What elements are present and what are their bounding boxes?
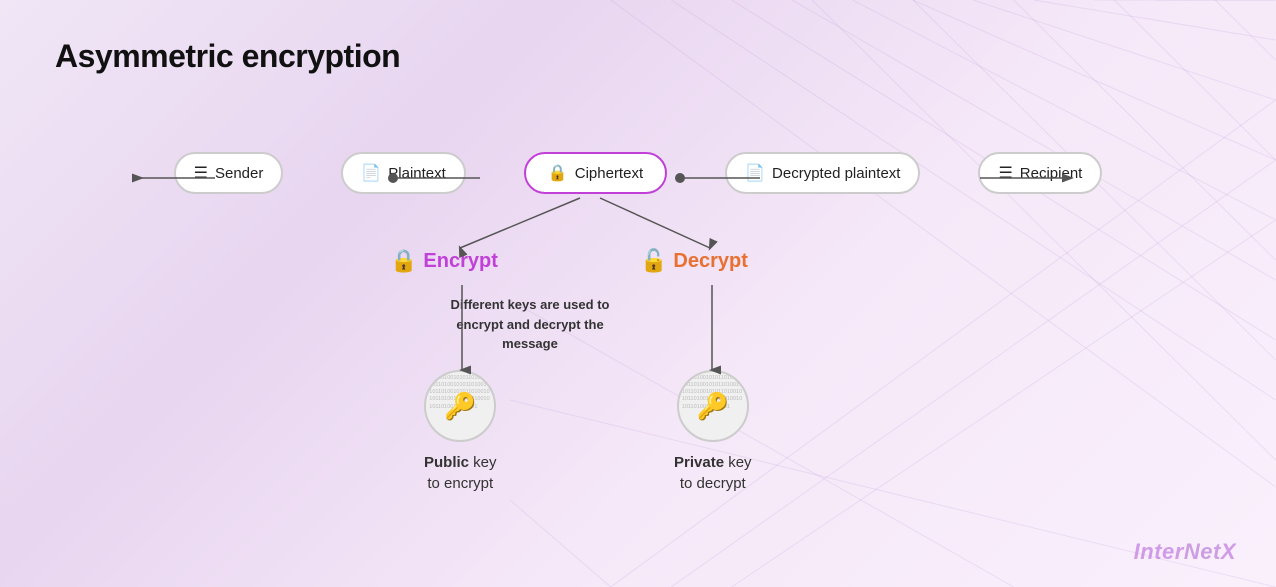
ciphertext-icon: 🔒 xyxy=(548,163,568,183)
main-content: Asymmetric encryption Ciphertext: line w… xyxy=(0,0,1276,587)
decrypt-section: 🔓 Decrypt xyxy=(640,248,748,274)
private-key-circle: 0011010010101101001010110100101011010010… xyxy=(677,370,749,442)
ciphertext-label: Ciphertext xyxy=(575,165,643,182)
private-key-section: 0011010010101101001010110100101011010010… xyxy=(674,370,752,494)
plaintext-node: 📄 Plaintext xyxy=(341,152,465,194)
flow-row: ☰ Sender 📄 Plaintext 🔒 Ciphertext 📄 Decr… xyxy=(0,152,1276,194)
public-key-icon: 🔑 xyxy=(444,391,476,422)
recipient-label: Recipient xyxy=(1020,165,1083,182)
sender-icon: ☰ xyxy=(194,163,208,183)
public-key-section: 0011010010101101001010110100101011010010… xyxy=(424,370,497,494)
connector-lines: Ciphertext: line with + symbol --> Decry… xyxy=(0,0,1276,587)
page-title: Asymmetric encryption xyxy=(55,38,400,75)
decrypt-label: Decrypt xyxy=(673,250,747,273)
encrypt-label: Encrypt xyxy=(423,250,497,273)
public-key-label: Public keyto encrypt xyxy=(424,452,497,494)
recipient-icon: ☰ xyxy=(998,163,1012,183)
sender-label: Sender xyxy=(215,165,263,182)
decrypted-label: Decrypted plaintext xyxy=(772,165,900,182)
public-key-circle: 0011010010101101001010110100101011010010… xyxy=(424,370,496,442)
decrypted-icon: 📄 xyxy=(745,163,765,183)
encrypt-section: 🔒 Encrypt xyxy=(390,248,498,274)
recipient-node: ☰ Recipient xyxy=(978,152,1102,194)
ciphertext-node: 🔒 Ciphertext xyxy=(524,152,667,194)
lock-closed-icon: 🔒 xyxy=(390,248,417,274)
info-text: Different keys are used to encrypt and d… xyxy=(450,295,610,354)
decrypted-node: 📄 Decrypted plaintext xyxy=(725,152,920,194)
plaintext-label: Plaintext xyxy=(388,165,446,182)
private-key-label: Private keyto decrypt xyxy=(674,452,752,494)
plaintext-icon: 📄 xyxy=(361,163,381,183)
sender-node: ☰ Sender xyxy=(174,152,284,194)
lock-open-icon: 🔓 xyxy=(640,248,667,274)
private-key-icon: 🔑 xyxy=(697,391,729,422)
brand-logo: InterNetX xyxy=(1134,539,1236,565)
